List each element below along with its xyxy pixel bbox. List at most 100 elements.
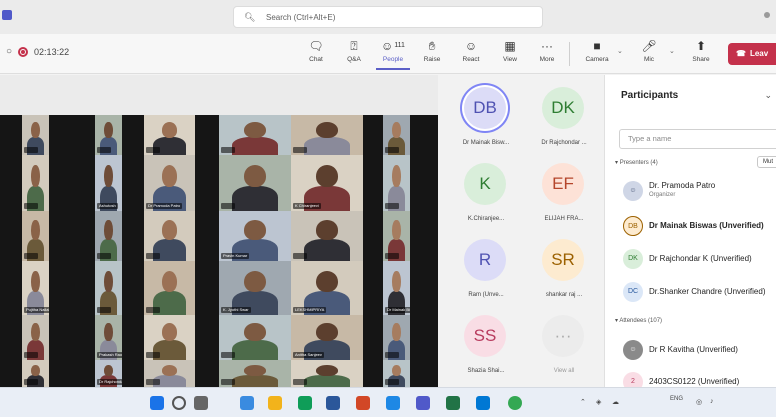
video-tile[interactable]: Ashutosh (95, 155, 122, 211)
attendees-header[interactable]: ▾ Attendees (107) (615, 317, 662, 324)
camera-button[interactable]: ■ Camera (580, 38, 614, 70)
participant-face (161, 270, 178, 293)
video-tile[interactable] (22, 115, 49, 155)
participant-row[interactable]: ☺ Dr R Kavitha (Unverified) (615, 338, 776, 362)
gallery-tile[interactable]: DK Dr Rajchondar ... (522, 75, 600, 151)
video-tile[interactable]: Dr Rajchondar (95, 360, 122, 387)
gallery-tile[interactable]: K K.Chiranjee... (444, 151, 522, 227)
view-all-tile[interactable]: ··· View all (522, 303, 600, 379)
participant-row[interactable]: DC Dr.Shanker Chandre (Unverified) (615, 280, 776, 304)
language-indicator[interactable]: ENG (670, 396, 683, 402)
share-button[interactable]: ⬆︎ Share (684, 38, 718, 70)
video-tile[interactable] (383, 211, 410, 261)
video-tile[interactable]: K. Jyothi Swar (219, 261, 291, 315)
wifi-icon[interactable]: ◎ (696, 398, 702, 406)
video-tile[interactable] (22, 315, 49, 360)
gallery-tile[interactable]: DB Dr Mainak Bisw... (444, 75, 522, 151)
outlook-icon[interactable] (476, 396, 490, 410)
video-tile[interactable] (95, 261, 122, 315)
video-name-tag (97, 253, 111, 259)
black-bar (122, 115, 144, 387)
participant-face (161, 122, 178, 139)
gallery-tile[interactable]: SS Shazia Shai... (444, 303, 522, 379)
video-tile[interactable] (95, 115, 122, 155)
tray-network-icon[interactable]: ◈ (596, 398, 601, 406)
video-tile[interactable] (219, 315, 291, 360)
close-icon[interactable]: ⌄ (764, 90, 772, 101)
video-grid: Ashutosh Dr Pramoda Patro K Chiranjeevi Pra… (0, 75, 438, 387)
video-tile[interactable] (22, 211, 49, 261)
task-view-icon[interactable] (194, 396, 208, 410)
mic-options-chevron-icon[interactable]: ⌄ (669, 47, 675, 55)
video-tile[interactable]: Anitha Sanjeev (291, 315, 363, 360)
video-tile[interactable] (22, 155, 49, 211)
video-tile[interactable] (291, 211, 363, 261)
video-name-tag (97, 307, 111, 313)
video-tile[interactable] (383, 360, 410, 387)
video-tile[interactable]: Dr Pramoda Patro (144, 155, 195, 211)
file-explorer-icon[interactable] (268, 396, 282, 410)
video-tile[interactable] (95, 211, 122, 261)
participant-face (244, 220, 266, 240)
video-tile[interactable]: LEKSHMIPRIYA (291, 261, 363, 315)
video-tile[interactable] (144, 360, 195, 387)
participant-search-input[interactable]: Type a name (619, 129, 776, 149)
gallery-tile[interactable]: SR shankar raj ... (522, 227, 600, 303)
participant-row[interactable]: DB Dr Mainak Biswas (Unverified) (615, 214, 776, 238)
video-tile[interactable] (383, 115, 410, 155)
leave-button[interactable]: ☎︎ Leav (728, 43, 776, 65)
powerpoint-icon[interactable] (356, 396, 370, 410)
tray-chevron-icon[interactable]: ⌃ (580, 398, 586, 406)
more-button[interactable]: ··· More (530, 38, 564, 70)
word-icon[interactable] (326, 396, 340, 410)
chat-button[interactable]: 🗨︎ Chat (299, 38, 333, 70)
excel-icon[interactable] (446, 396, 460, 410)
video-tile[interactable]: K Chiranjeevi (291, 155, 363, 211)
video-tile[interactable] (22, 360, 49, 387)
presenters-header[interactable]: ▾ Presenters (4) (615, 159, 658, 166)
store-icon[interactable] (386, 396, 400, 410)
video-tile[interactable] (144, 211, 195, 261)
gallery-tile[interactable]: EF ELIJAH FRA... (522, 151, 600, 227)
volume-icon[interactable]: ♪ (710, 398, 714, 405)
video-name-tag (146, 352, 160, 358)
video-tile[interactable] (383, 315, 410, 360)
react-button[interactable]: ☺ React (454, 38, 488, 70)
view-button[interactable]: ▦ View (493, 38, 527, 70)
chrome-icon[interactable] (298, 396, 312, 410)
share-icon: ⬆︎ (695, 39, 707, 53)
video-tile[interactable] (291, 115, 363, 155)
video-tile[interactable] (383, 155, 410, 211)
raise-hand-button[interactable]: ✋︎ Raise (415, 38, 449, 70)
gallery-tile[interactable]: R Ram (Unve... (444, 227, 522, 303)
edge-icon[interactable] (240, 396, 254, 410)
mute-all-button[interactable]: Mut (757, 156, 776, 168)
video-tile[interactable]: Dr Mainak Biswas (383, 261, 410, 315)
taskbar-search-icon[interactable] (172, 396, 186, 410)
video-tile[interactable] (144, 315, 195, 360)
teams-icon[interactable] (416, 396, 430, 410)
participant-row[interactable]: DK Dr Rajchondar K (Unverified) (615, 247, 776, 271)
qa-button[interactable]: ⍰ Q&A (337, 38, 371, 70)
video-tile[interactable] (144, 261, 195, 315)
video-tile[interactable] (291, 360, 363, 387)
video-tile[interactable]: Pravin Kumar (219, 211, 291, 261)
video-tile[interactable]: Pujitha Nallabothula (22, 261, 49, 315)
participant-face (392, 165, 401, 188)
participant-face (31, 323, 40, 342)
search-box[interactable]: 🔍︎ Search (Ctrl+Alt+E) (233, 6, 543, 28)
start-icon[interactable] (150, 396, 164, 410)
app-icon[interactable] (508, 396, 522, 410)
tray-cloud-icon[interactable]: ☁ (612, 398, 619, 406)
gallery-name: Dr Rajchondar ... (541, 140, 587, 146)
video-tile[interactable] (219, 115, 291, 155)
camera-options-chevron-icon[interactable]: ⌄ (617, 47, 623, 55)
video-tile[interactable] (144, 115, 195, 155)
video-tile[interactable] (219, 155, 291, 211)
video-tile[interactable]: Prakash Rao Kamal (95, 315, 122, 360)
video-tile[interactable] (219, 360, 291, 387)
participant-row[interactable]: ☺ Dr. Pramoda Patro Organizer (615, 179, 776, 203)
window-control-icon[interactable] (764, 12, 770, 18)
mic-button[interactable]: 🎤︎ Mic (632, 38, 666, 70)
people-button[interactable]: ☺111 People (376, 38, 410, 70)
